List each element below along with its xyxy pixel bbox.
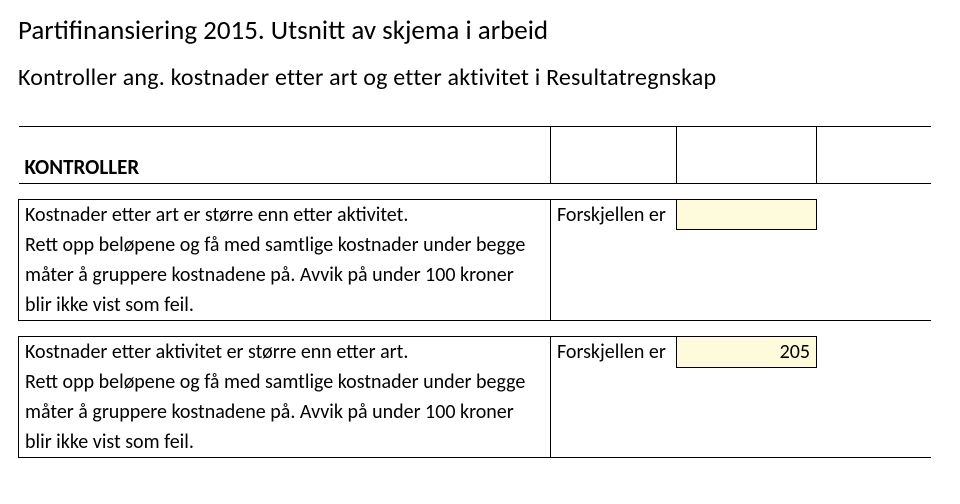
block2-diff-value: 205 <box>677 336 817 367</box>
block1-line2: Rett opp beløpene og få med samtlige kos… <box>19 230 551 260</box>
block2-diff-label: Forskjellen er <box>551 336 677 367</box>
page-subtitle: Kontroller ang. kostnader etter art og e… <box>18 63 942 92</box>
kontroller-table: KONTROLLER Kostnader etter art er større… <box>18 126 931 458</box>
block1-line1: Kostnader etter art er større enn etter … <box>19 199 551 230</box>
block2-line4: blir ikke vist som feil. <box>19 427 551 458</box>
block2-line1: Kostnader etter aktivitet er større enn … <box>19 336 551 367</box>
block1-diff-label: Forskjellen er <box>551 199 677 230</box>
block1-diff-value <box>677 199 817 230</box>
block1-line4: blir ikke vist som feil. <box>19 290 551 321</box>
block2-line3: måter å gruppere kostnadene på. Avvik på… <box>19 397 551 427</box>
section-heading: KONTROLLER <box>19 151 551 184</box>
block1-line3: måter å gruppere kostnadene på. Avvik på… <box>19 260 551 290</box>
page-title: Partifinansiering 2015. Utsnitt av skjem… <box>18 14 942 47</box>
block2-line2: Rett opp beløpene og få med samtlige kos… <box>19 367 551 397</box>
